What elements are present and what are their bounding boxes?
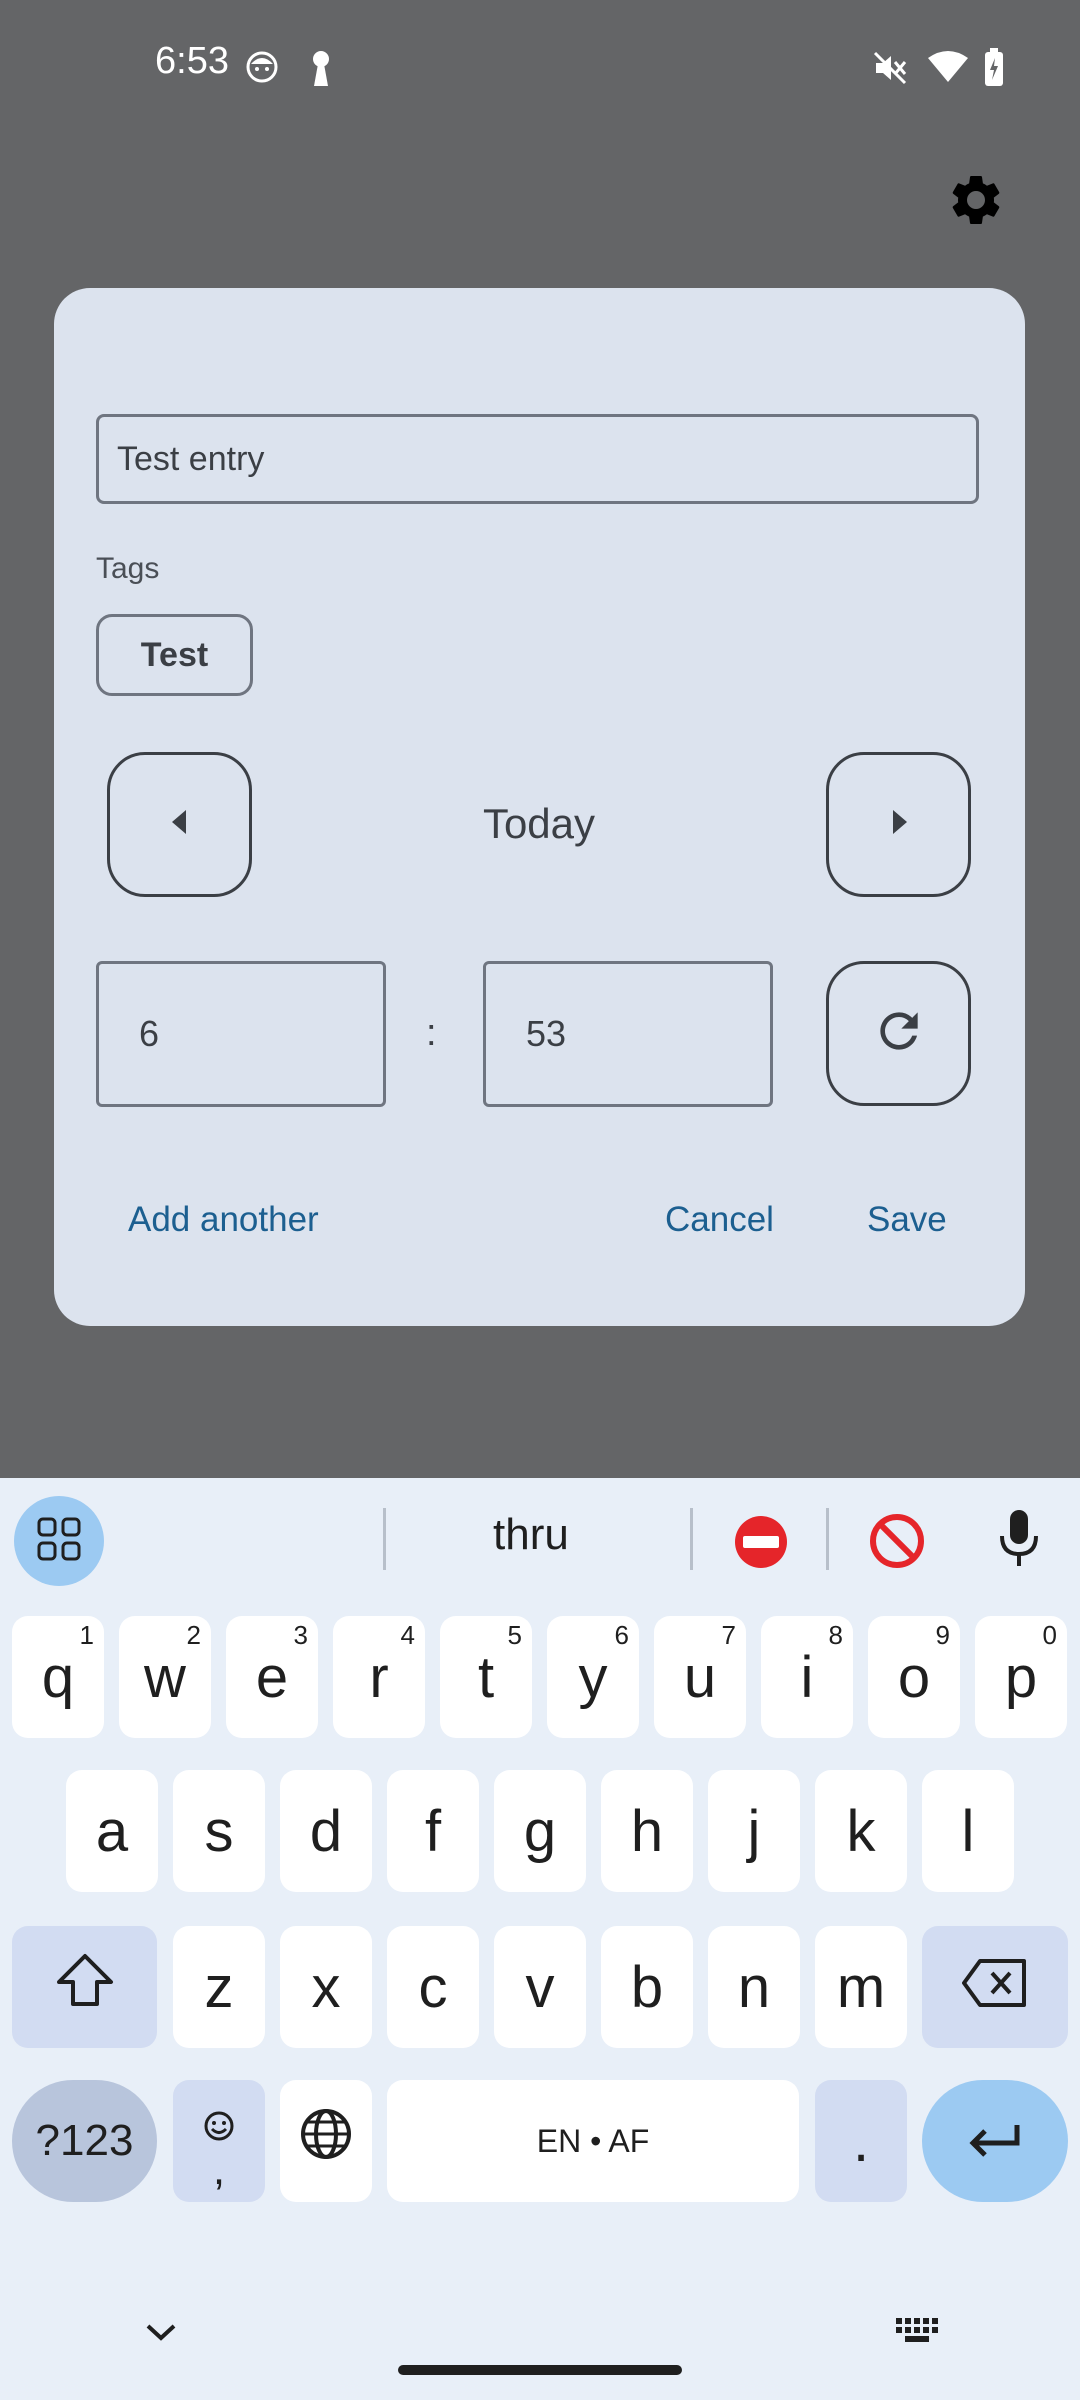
emoji-comma-key[interactable]: , [173, 2080, 265, 2202]
suggestion-divider [826, 1508, 829, 1570]
key-r[interactable]: r4 [333, 1616, 425, 1738]
entry-name-field[interactable]: Test entry [96, 414, 979, 504]
symbols-key[interactable]: ?123 [12, 2080, 157, 2202]
key-e[interactable]: e3 [226, 1616, 318, 1738]
key-s[interactable]: s [173, 1770, 265, 1892]
backspace-icon [962, 1954, 1028, 2021]
reset-time-button[interactable] [826, 961, 971, 1106]
next-day-button[interactable] [826, 752, 971, 897]
key-g[interactable]: g [494, 1770, 586, 1892]
key-u[interactable]: u7 [654, 1616, 746, 1738]
arrow-left-icon [168, 808, 192, 841]
key-o[interactable]: o9 [868, 1616, 960, 1738]
suggestion-divider [690, 1508, 693, 1570]
keyhole-icon [308, 50, 334, 88]
key-z[interactable]: z [173, 1926, 265, 2048]
key-t[interactable]: t5 [440, 1616, 532, 1738]
key-f[interactable]: f [387, 1770, 479, 1892]
tags-label: Tags [96, 552, 160, 585]
add-another-button[interactable]: Add another [128, 1200, 319, 1240]
key-i[interactable]: i8 [761, 1616, 853, 1738]
key-q[interactable]: q1 [12, 1616, 104, 1738]
apps-grid-button[interactable] [14, 1496, 104, 1586]
hour-field[interactable]: 6 [96, 961, 386, 1107]
backspace-key[interactable] [922, 1926, 1068, 2048]
key-l[interactable]: l [922, 1770, 1014, 1892]
keyboard-switcher-icon[interactable] [894, 2316, 942, 2346]
key-a[interactable]: a [66, 1770, 158, 1892]
key-n[interactable]: n [708, 1926, 800, 2048]
minute-field[interactable]: 53 [483, 961, 773, 1107]
key-m[interactable]: m [815, 1926, 907, 2048]
key-k[interactable]: k [815, 1770, 907, 1892]
home-indicator[interactable] [398, 2365, 682, 2375]
language-key[interactable] [280, 2080, 372, 2202]
shift-icon [55, 1952, 115, 2022]
cancel-button[interactable]: Cancel [665, 1200, 774, 1240]
no-entry-emoji-icon[interactable] [733, 1514, 789, 1570]
prohibited-emoji-icon[interactable] [868, 1512, 926, 1570]
mute-icon [872, 50, 908, 86]
time-separator: : [426, 1012, 437, 1054]
key-p[interactable]: p0 [975, 1616, 1067, 1738]
key-c[interactable]: c [387, 1926, 479, 2048]
period-key[interactable]: . [815, 2080, 907, 2202]
suggestion-word[interactable]: thru [493, 1510, 569, 1560]
shift-key[interactable] [12, 1926, 157, 2048]
suggestion-divider [383, 1508, 386, 1570]
key-w[interactable]: w2 [119, 1616, 211, 1738]
previous-day-button[interactable] [107, 752, 252, 897]
space-key[interactable]: EN • AF [387, 2080, 799, 2202]
enter-key[interactable] [922, 2080, 1068, 2202]
globe-icon [299, 2107, 353, 2175]
hide-keyboard-chevron-icon[interactable] [144, 2320, 178, 2344]
key-d[interactable]: d [280, 1770, 372, 1892]
face-notification-icon [245, 50, 279, 84]
grid-icon [37, 1517, 81, 1566]
status-time: 6:53 [155, 40, 229, 82]
key-h[interactable]: h [601, 1770, 693, 1892]
key-v[interactable]: v [494, 1926, 586, 2048]
tag-chip-test[interactable]: Test [96, 614, 253, 696]
enter-icon [965, 2108, 1025, 2175]
key-x[interactable]: x [280, 1926, 372, 2048]
date-label: Today [482, 800, 596, 847]
key-j[interactable]: j [708, 1770, 800, 1892]
key-y[interactable]: y6 [547, 1616, 639, 1738]
arrow-right-icon [887, 808, 911, 841]
key-b[interactable]: b [601, 1926, 693, 2048]
soft-keyboard: thru q1 w2 e3 r4 t5 y6 u7 i8 o9 p0 a s d… [0, 1478, 1080, 2400]
refresh-icon [871, 1003, 927, 1064]
entry-dialog: Test entry Tags Test Today 6 : 53 Add an… [54, 288, 1025, 1326]
battery-charging-icon [984, 48, 1004, 86]
settings-gear-icon[interactable] [946, 170, 1006, 230]
microphone-icon[interactable] [994, 1508, 1044, 1570]
save-button[interactable]: Save [867, 1200, 947, 1240]
wifi-icon [926, 50, 970, 84]
